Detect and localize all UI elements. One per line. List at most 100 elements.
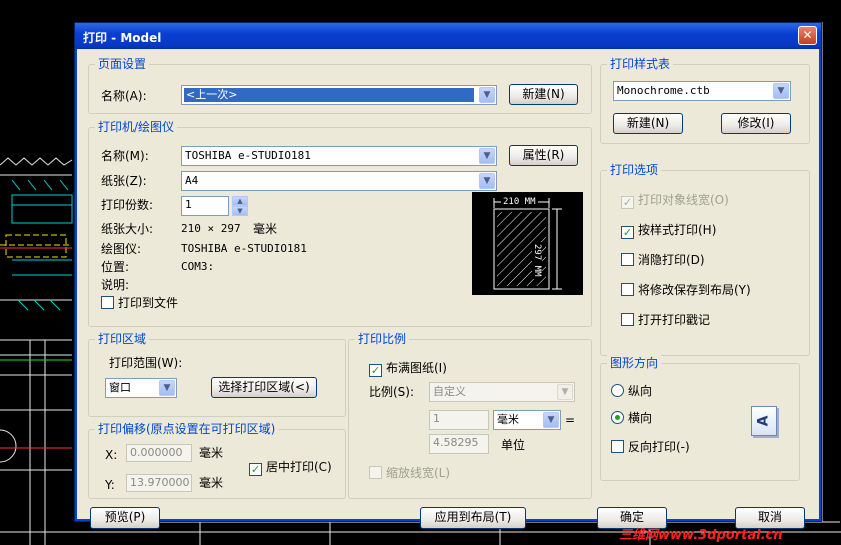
preview-width-label: 210 MM bbox=[501, 197, 538, 207]
chevron-down-icon[interactable]: ▼ bbox=[479, 87, 495, 103]
offset-x-unit: 毫米 bbox=[199, 446, 224, 460]
offset-y-label: Y: bbox=[105, 478, 115, 492]
preview-height-label: 297 MM bbox=[532, 242, 542, 279]
hide-paperspace-checkbox[interactable]: 消隐打印(D) bbox=[621, 253, 705, 267]
apply-to-layout-button[interactable]: 应用到布局(T) bbox=[420, 507, 526, 529]
plot-options-group: 打印选项 ✓ 打印对象线宽(O) ✓ 按样式打印(H) 消隐打印(D) 将修改保存到… bbox=[600, 162, 810, 356]
plot-range-label: 打印范围(W): bbox=[109, 356, 183, 370]
close-button[interactable]: ✕ bbox=[798, 26, 817, 45]
orientation-icon-letter: A bbox=[755, 415, 772, 427]
offset-x-input[interactable]: 0.000000 bbox=[126, 444, 192, 462]
save-to-layout-checkbox[interactable]: 将修改保存到布局(Y) bbox=[621, 283, 751, 297]
plotter-label: 绘图仪: bbox=[101, 242, 142, 256]
checkbox-icon bbox=[369, 466, 382, 479]
page-setup-new-button[interactable]: 新建(N) bbox=[509, 84, 578, 105]
scale-lineweights-checkbox[interactable]: 缩放线宽(L) bbox=[369, 466, 450, 480]
spin-down-icon[interactable]: ▼ bbox=[232, 206, 248, 216]
printer-properties-button[interactable]: 属性(R) bbox=[509, 145, 578, 166]
scale-unit-value: 毫米 bbox=[497, 413, 519, 426]
center-plot-checkbox[interactable]: ✓ 居中打印(C) bbox=[249, 460, 332, 476]
plot-range-combo[interactable]: 窗口 ▼ bbox=[105, 378, 177, 398]
check-icon: ✓ bbox=[621, 226, 634, 239]
page-setup-group: 页面设置 名称(A): <上一次> ▼ 新建(N) bbox=[88, 56, 592, 114]
chevron-down-icon[interactable]: ▼ bbox=[159, 380, 175, 396]
print-to-file-checkbox[interactable]: 打印到文件 bbox=[101, 296, 178, 310]
print-to-file-label: 打印到文件 bbox=[118, 296, 179, 310]
offset-y-input[interactable]: 13.970000 bbox=[126, 474, 192, 492]
portrait-label: 纵向 bbox=[628, 384, 653, 398]
plot-area-label: 打印区域 bbox=[95, 331, 150, 347]
plot-options-label: 打印选项 bbox=[607, 162, 662, 178]
scale-value1-input[interactable]: 1 bbox=[429, 410, 489, 430]
page-setup-name-combo[interactable]: <上一次> ▼ bbox=[181, 85, 497, 105]
check-icon: ✓ bbox=[369, 364, 382, 377]
radio-selected-icon bbox=[611, 411, 624, 424]
paper-size-label: 纸张大小: bbox=[101, 222, 154, 236]
copies-label: 打印份数: bbox=[101, 198, 154, 212]
plot-dialog: 打印 - Model ✕ 页面设置 名称(A): <上一次> ▼ 新建(N) 打… bbox=[74, 22, 822, 529]
fit-to-paper-checkbox[interactable]: ✓ 布满图纸(I) bbox=[369, 361, 447, 377]
plot-lineweights-checkbox[interactable]: ✓ 打印对象线宽(O) bbox=[621, 193, 729, 209]
description-label: 说明: bbox=[101, 278, 130, 292]
offset-y-unit: 毫米 bbox=[199, 476, 224, 490]
offset-x-label: X: bbox=[105, 448, 118, 462]
plot-scale-label: 打印比例 bbox=[355, 331, 410, 347]
paper-size-unit: 毫米 bbox=[253, 222, 278, 236]
scale-value: 自定义 bbox=[433, 385, 466, 398]
plot-range-value: 窗口 bbox=[109, 381, 131, 394]
chevron-down-icon[interactable]: ▼ bbox=[543, 412, 559, 428]
checkbox-icon bbox=[621, 313, 634, 326]
printer-name-value: TOSHIBA e-STUDIO181 bbox=[185, 149, 311, 162]
chevron-down-icon[interactable]: ▼ bbox=[557, 384, 573, 400]
page-setup-name-label: 名称(A): bbox=[101, 89, 147, 103]
check-icon: ✓ bbox=[249, 463, 262, 476]
scale-unit-combo[interactable]: 毫米 ▼ bbox=[493, 410, 561, 430]
upside-down-label: 反向打印(-) bbox=[628, 440, 690, 454]
checkbox-icon bbox=[621, 253, 634, 266]
plot-style-new-button[interactable]: 新建(N) bbox=[613, 113, 683, 134]
check-icon: ✓ bbox=[621, 196, 634, 209]
copies-spinner[interactable]: ▲ ▼ bbox=[232, 196, 248, 216]
scale-unit-label: 单位 bbox=[501, 438, 526, 452]
radio-icon bbox=[611, 384, 624, 397]
plot-option-label: 打开打印戳记 bbox=[638, 313, 711, 327]
scale-lineweights-label: 缩放线宽(L) bbox=[386, 466, 451, 480]
plot-option-label: 打印对象线宽(O) bbox=[638, 193, 729, 207]
select-plot-area-button[interactable]: 选择打印区域(<) bbox=[211, 377, 317, 398]
checkbox-icon bbox=[621, 283, 634, 296]
plot-style-table-group: 打印样式表 Monochrome.ctb ▼ 新建(N) 修改(I) bbox=[600, 56, 810, 144]
checkbox-icon bbox=[101, 296, 114, 309]
plot-style-combo[interactable]: Monochrome.ctb ▼ bbox=[613, 81, 791, 101]
orientation-group: 图形方向 纵向 横向 反向打印(-) A bbox=[600, 355, 800, 481]
plot-with-styles-checkbox[interactable]: ✓ 按样式打印(H) bbox=[621, 223, 716, 239]
plot-offset-label: 打印偏移(原点设置在可打印区域) bbox=[95, 421, 279, 437]
chevron-down-icon[interactable]: ▼ bbox=[479, 173, 495, 189]
portrait-radio[interactable]: 纵向 bbox=[611, 384, 652, 398]
printer-label: 打印机/绘图仪 bbox=[95, 119, 178, 135]
watermark: 三维网www.3dportal.cn bbox=[619, 528, 783, 543]
paper-value: A4 bbox=[185, 174, 199, 187]
paper-label: 纸张(Z): bbox=[101, 174, 147, 188]
title-bar[interactable]: 打印 - Model ✕ bbox=[75, 23, 821, 49]
spin-up-icon[interactable]: ▲ bbox=[232, 196, 248, 206]
printer-name-combo[interactable]: TOSHIBA e-STUDIO181 ▼ bbox=[181, 146, 497, 166]
scale-value2-input[interactable]: 4.58295 bbox=[429, 434, 489, 454]
plot-stamp-checkbox[interactable]: 打开打印戳记 bbox=[621, 313, 710, 327]
plot-option-label: 消隐打印(D) bbox=[638, 253, 705, 267]
chevron-down-icon[interactable]: ▼ bbox=[479, 148, 495, 164]
window-title: 打印 - Model bbox=[83, 31, 162, 45]
landscape-radio[interactable]: 横向 bbox=[611, 411, 652, 425]
paper-combo[interactable]: A4 ▼ bbox=[181, 171, 497, 191]
preview-button[interactable]: 预览(P) bbox=[90, 507, 160, 529]
copies-input[interactable]: 1 bbox=[181, 196, 229, 216]
plot-option-label: 按样式打印(H) bbox=[638, 223, 717, 237]
paper-preview bbox=[472, 192, 583, 295]
plot-scale-group: 打印比例 ✓ 布满图纸(I) 比例(S): 自定义 ▼ 1 毫米 ▼ = 4.58… bbox=[348, 331, 592, 499]
plot-option-label: 将修改保存到布局(Y) bbox=[638, 283, 751, 297]
paper-size-value: 210 × 297 bbox=[181, 222, 241, 235]
plot-style-edit-button[interactable]: 修改(I) bbox=[721, 113, 791, 134]
upside-down-checkbox[interactable]: 反向打印(-) bbox=[611, 440, 690, 454]
chevron-down-icon[interactable]: ▼ bbox=[773, 83, 789, 99]
scale-combo[interactable]: 自定义 ▼ bbox=[429, 382, 575, 402]
plot-style-value: Monochrome.ctb bbox=[617, 84, 710, 97]
